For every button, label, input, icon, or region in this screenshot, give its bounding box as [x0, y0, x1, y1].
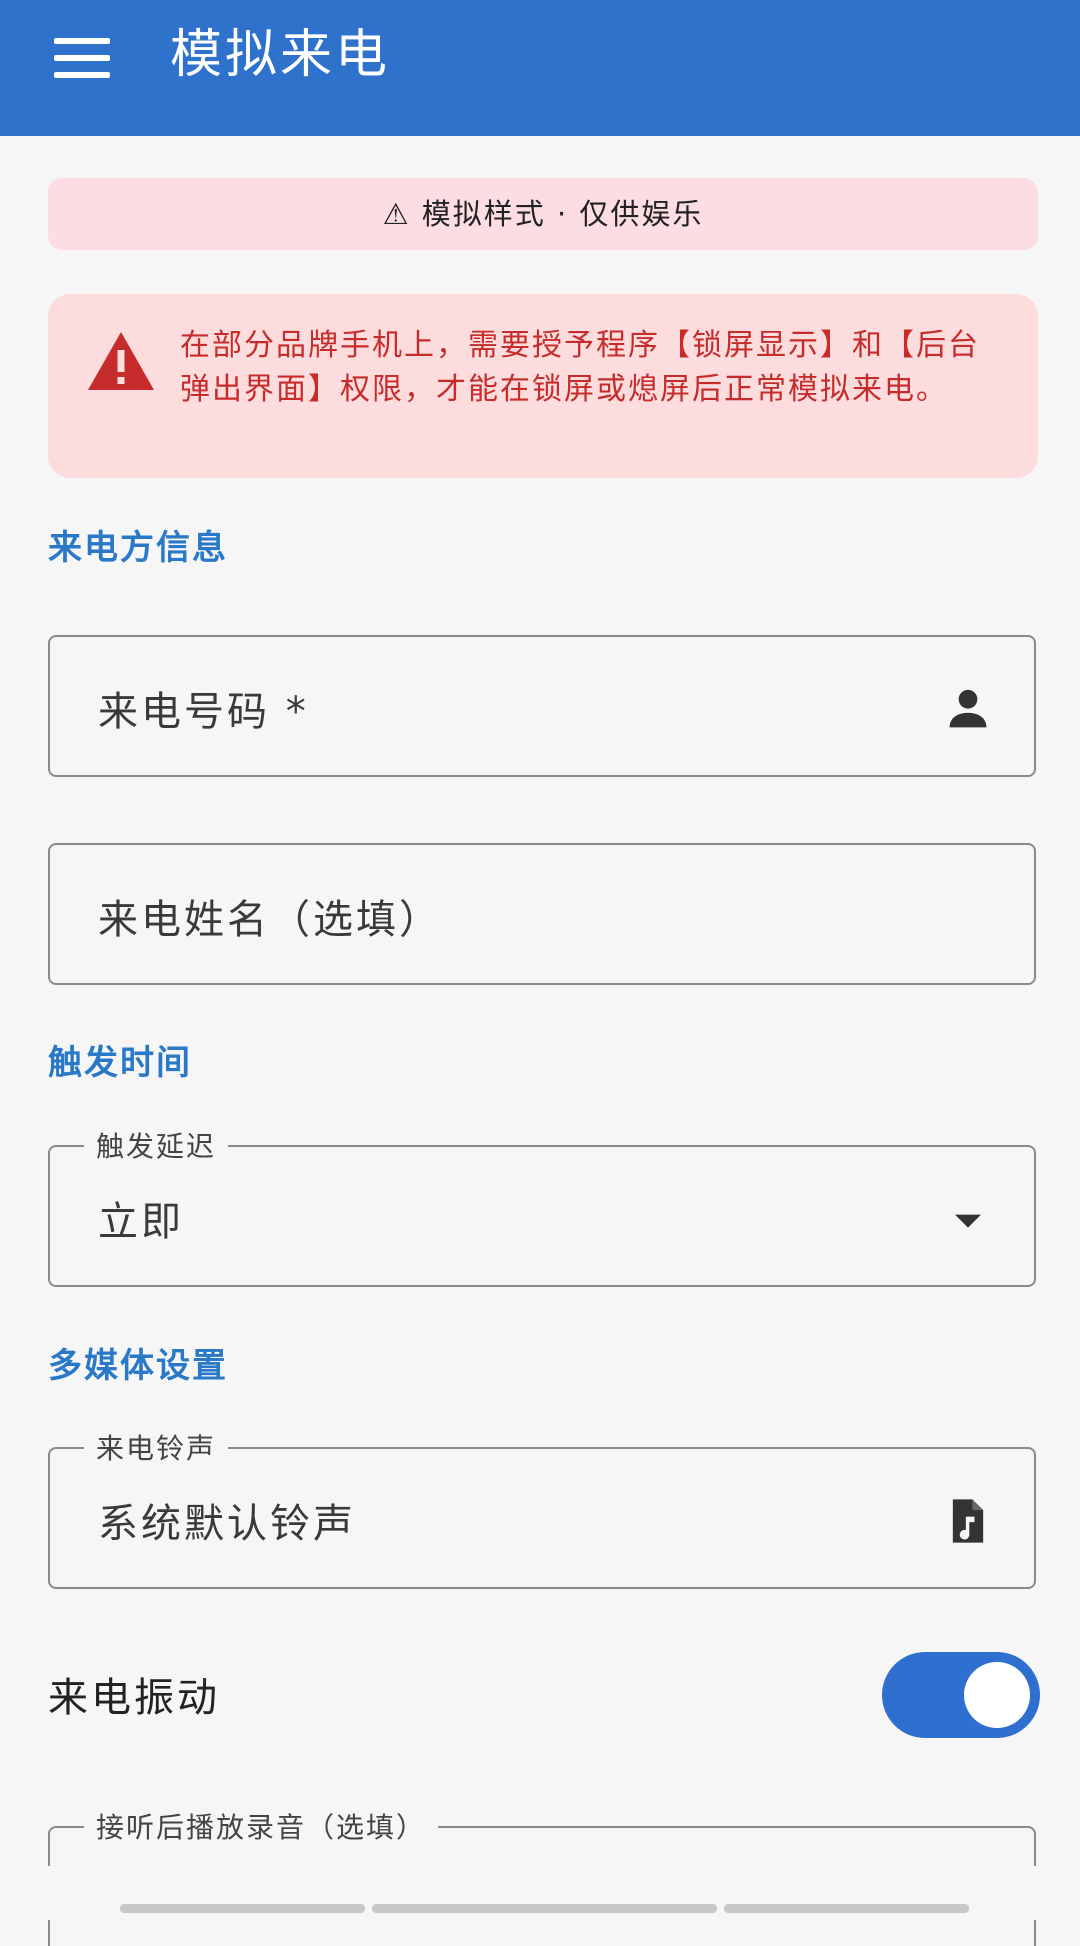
permission-warning: 在部分品牌手机上，需要授予程序【锁屏显示】和【后台弹出界面】权限，才能在锁屏或熄… [48, 294, 1038, 478]
playback-recording-label: 接听后播放录音（选填） [84, 1806, 439, 1846]
caller-number-placeholder: 来电号码 * [98, 689, 309, 735]
entertainment-notice: ⚠ 模拟样式 · 仅供娱乐 [48, 178, 1038, 250]
toggle-knob [964, 1662, 1030, 1728]
menu-icon[interactable] [54, 38, 110, 78]
section-caller-info: 来电方信息 [48, 528, 228, 568]
trigger-delay-label: 触发延迟 [84, 1125, 229, 1165]
ringtone-field[interactable]: 来电铃声 系统默认铃声 [48, 1427, 1036, 1589]
trigger-delay-select[interactable]: 触发延迟 立即 [48, 1125, 1036, 1287]
section-trigger-time: 触发时间 [48, 1043, 192, 1083]
app-bar: 模拟来电 [0, 0, 1080, 136]
vibrate-label: 来电振动 [48, 1675, 220, 1721]
caller-number-field[interactable]: 来电号码 * [48, 635, 1036, 777]
dropdown-arrow-icon[interactable] [942, 1193, 994, 1245]
section-media-settings: 多媒体设置 [48, 1346, 228, 1386]
warning-icon [88, 332, 154, 390]
ringtone-value: 系统默认铃声 [98, 1501, 356, 1547]
scroll-indicator [724, 1904, 969, 1913]
ringtone-label: 来电铃声 [84, 1427, 229, 1467]
warning-text: 在部分品牌手机上，需要授予程序【锁屏显示】和【后台弹出界面】权限，才能在锁屏或熄… [180, 328, 980, 407]
vibrate-toggle[interactable] [882, 1652, 1040, 1738]
scroll-indicator [372, 1904, 717, 1913]
music-file-icon[interactable] [942, 1495, 994, 1547]
caller-name-placeholder: 来电姓名（选填） [98, 897, 442, 943]
scroll-indicator [120, 1904, 365, 1913]
person-icon[interactable] [942, 683, 994, 735]
caller-name-field[interactable]: 来电姓名（选填） [48, 843, 1036, 985]
app-title: 模拟来电 [170, 25, 391, 85]
trigger-delay-value: 立即 [98, 1199, 184, 1245]
